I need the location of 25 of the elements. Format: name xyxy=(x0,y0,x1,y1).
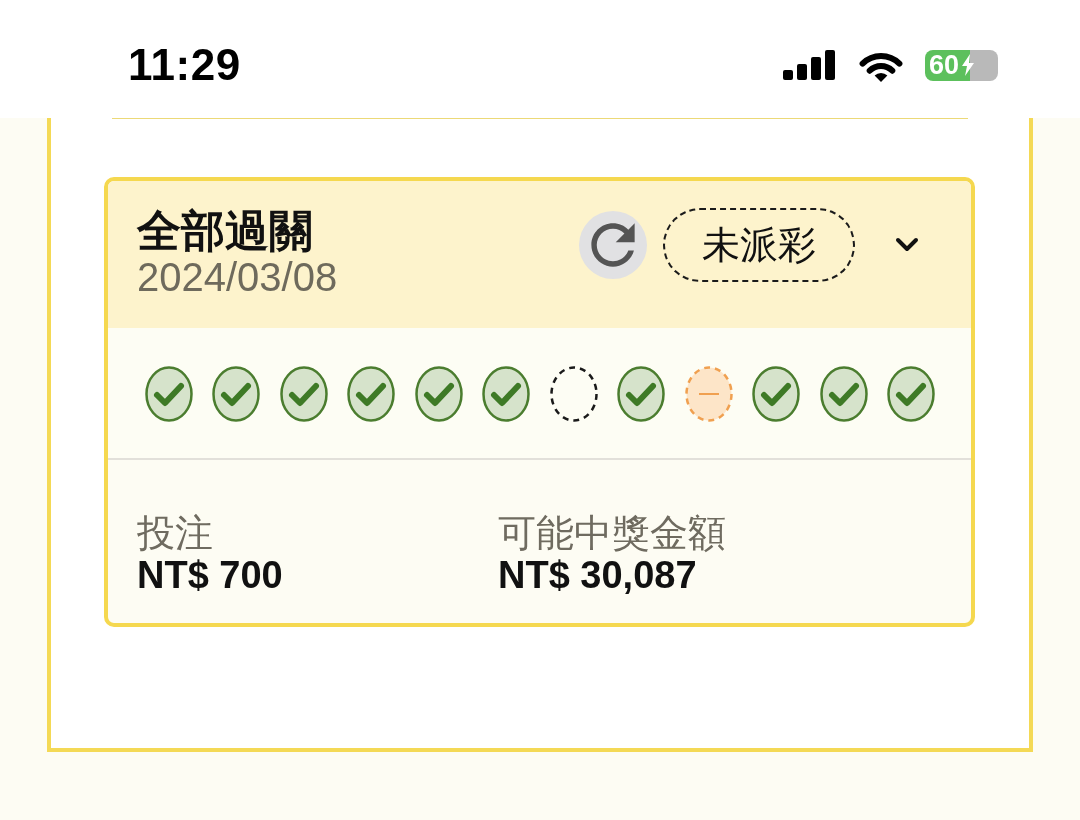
check-circle-icon xyxy=(887,366,935,422)
check-circle-icon xyxy=(212,366,261,422)
bet-title: 全部過關 xyxy=(137,207,314,255)
stake-amount: NT$ 700 xyxy=(137,554,284,596)
battery-percent: 60 xyxy=(929,51,960,79)
signal-icon xyxy=(783,50,837,80)
refresh-icon xyxy=(590,222,636,268)
dashed-circle-icon xyxy=(549,366,598,422)
status-badge: 未派彩 xyxy=(663,208,855,282)
check-circle-icon xyxy=(752,366,801,422)
payout-amount: NT$ 30,087 xyxy=(498,554,698,596)
check-circle-icon xyxy=(819,366,868,422)
bolt-icon xyxy=(961,54,976,76)
bet-date: 2024/03/08 xyxy=(137,255,338,299)
check-circle-icon xyxy=(617,366,666,422)
check-circle-icon xyxy=(347,366,396,422)
check-circle-icon xyxy=(482,366,531,422)
check-circle-icon xyxy=(279,366,328,422)
dash-circle-icon xyxy=(684,366,733,422)
stake-label: 投注 xyxy=(137,512,214,554)
check-circle-icon xyxy=(145,366,193,422)
chevron-down-icon xyxy=(895,237,919,253)
clock-time: 11:29 xyxy=(128,43,241,87)
payout-label: 可能中獎金額 xyxy=(498,512,727,554)
check-circle-icon xyxy=(414,366,463,422)
